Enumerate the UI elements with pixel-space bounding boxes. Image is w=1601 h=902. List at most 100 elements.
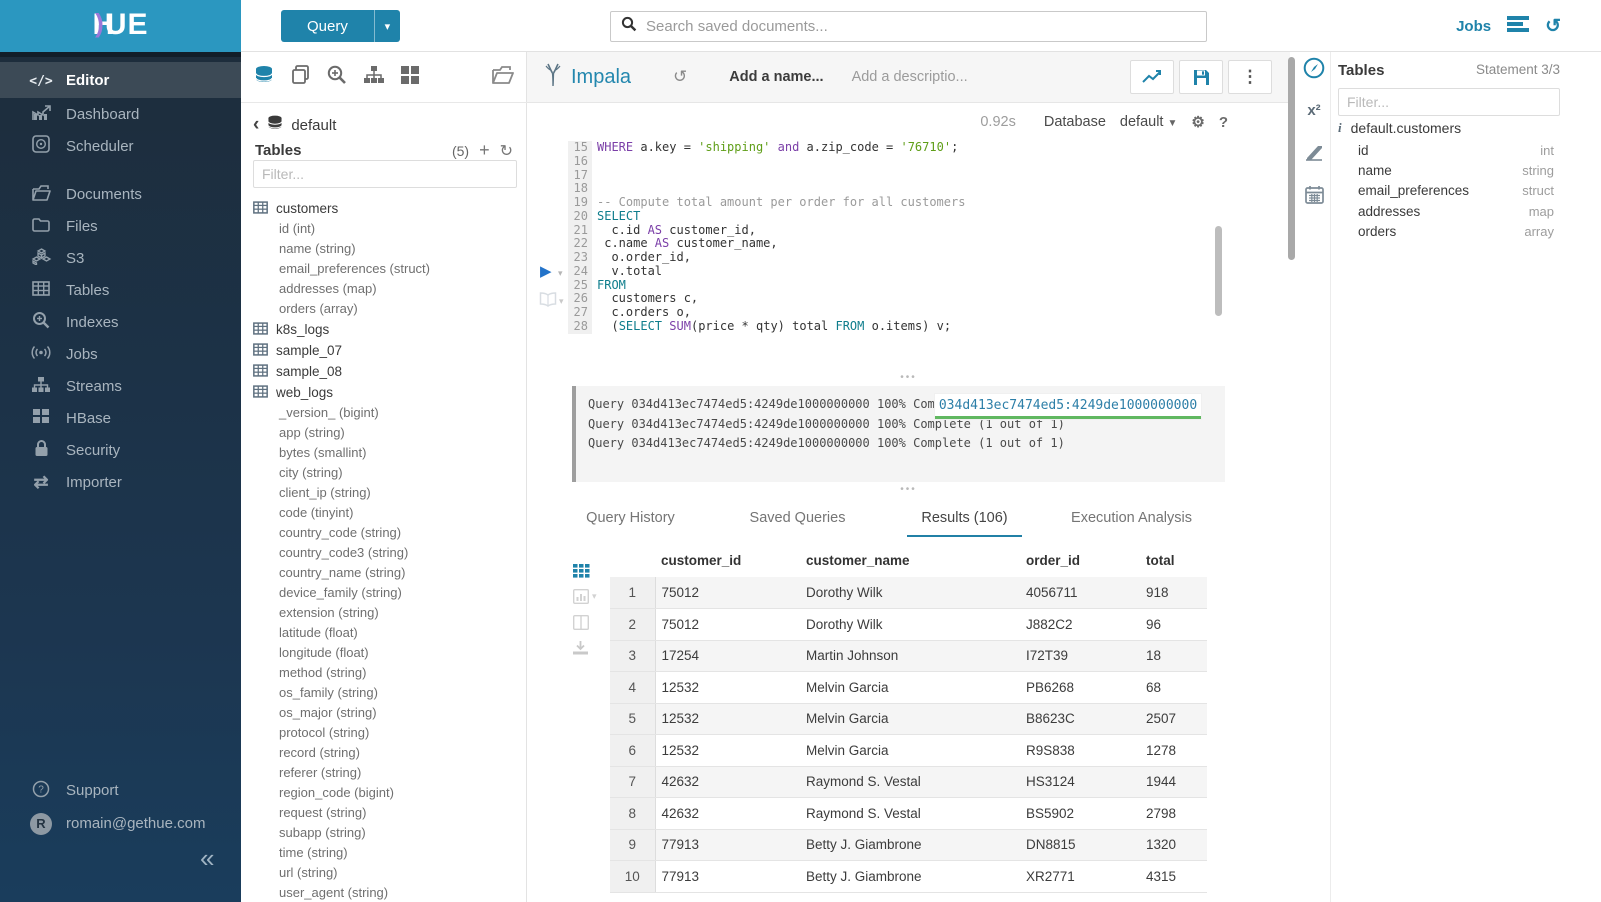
- sidebar-item-support[interactable]: ? Support: [0, 774, 241, 807]
- search-plus-icon[interactable]: [326, 64, 348, 91]
- collapse-sidebar-icon[interactable]: «: [200, 843, 214, 874]
- back-chevron-icon[interactable]: ‹: [253, 114, 259, 136]
- functions-icon[interactable]: x²: [1307, 99, 1320, 121]
- databases-icon[interactable]: [253, 64, 275, 91]
- jobs-link[interactable]: Jobs: [1456, 18, 1491, 35]
- column-row-orders[interactable]: ordersarray: [1358, 221, 1554, 241]
- chart-view-icon[interactable]: ▾: [573, 589, 597, 604]
- calendar-icon[interactable]: [1305, 183, 1324, 205]
- sitemap-icon[interactable]: [363, 65, 385, 90]
- search-input[interactable]: [646, 18, 1196, 35]
- grid-view-icon[interactable]: [573, 564, 590, 578]
- tree-column[interactable]: bytes (smallint): [253, 443, 521, 463]
- assist-filter-input[interactable]: [253, 160, 517, 188]
- sidebar-item-s3[interactable]: S3: [0, 242, 241, 274]
- query-id-link[interactable]: 034d413ec7474ed5:4249de1000000000: [935, 394, 1201, 419]
- columns-view-icon[interactable]: [573, 615, 589, 630]
- refresh-icon[interactable]: ↻: [500, 141, 513, 161]
- documents-assist-icon[interactable]: [290, 64, 311, 90]
- sidebar-item-user[interactable]: R romain@gethue.com: [0, 807, 241, 840]
- sidebar-item-scheduler[interactable]: Scheduler: [0, 130, 241, 162]
- tab-execution-analysis[interactable]: Execution Analysis: [1048, 500, 1215, 546]
- tree-column[interactable]: country_code (string): [253, 523, 521, 543]
- column-row-name[interactable]: namestring: [1358, 160, 1554, 180]
- sidebar-item-editor[interactable]: </>Editor: [0, 62, 241, 98]
- active-table-row[interactable]: i default.customers: [1338, 120, 1461, 136]
- book-options-caret[interactable]: ▾: [559, 296, 564, 307]
- database-dropdown[interactable]: default▼: [1120, 114, 1177, 130]
- query-history-icon[interactable]: ↺: [673, 67, 687, 87]
- tree-column[interactable]: latitude (float): [253, 623, 521, 643]
- tree-column[interactable]: os_family (string): [253, 683, 521, 703]
- sidebar-item-importer[interactable]: ⇄Importer: [0, 466, 241, 498]
- tree-column[interactable]: user_agent (string): [253, 883, 521, 902]
- editor-scrollbar[interactable]: [1215, 226, 1222, 316]
- run-options-caret[interactable]: ▾: [558, 268, 563, 279]
- sidebar-item-hbase[interactable]: HBase: [0, 402, 241, 434]
- sidebar-item-documents[interactable]: Documents: [0, 178, 241, 210]
- add-table-icon[interactable]: +: [479, 140, 490, 161]
- more-actions-button[interactable]: ⋮: [1228, 60, 1272, 94]
- breadcrumb-db-name[interactable]: default: [291, 117, 336, 134]
- query-button[interactable]: Query ▾: [281, 10, 400, 42]
- info-icon[interactable]: i: [1338, 120, 1342, 136]
- tree-column[interactable]: addresses (map): [253, 279, 521, 299]
- apps-grid-icon[interactable]: [400, 65, 420, 90]
- sidebar-item-tables[interactable]: Tables: [0, 274, 241, 306]
- save-button[interactable]: [1179, 60, 1223, 94]
- column-row-addresses[interactable]: addressesmap: [1358, 201, 1554, 221]
- tree-column[interactable]: country_name (string): [253, 563, 521, 583]
- tree-column[interactable]: longitude (float): [253, 643, 521, 663]
- tree-column[interactable]: record (string): [253, 743, 521, 763]
- tree-column[interactable]: email_preferences (struct): [253, 259, 521, 279]
- main-scrollbar[interactable]: [1288, 57, 1295, 260]
- tree-table-sample_07[interactable]: sample_07: [253, 340, 521, 361]
- sidebar-item-streams[interactable]: Streams: [0, 370, 241, 402]
- sidebar-item-security[interactable]: Security: [0, 434, 241, 466]
- dashboard-compass-icon[interactable]: [1303, 57, 1325, 79]
- settings-gear-icon[interactable]: ⚙: [1191, 113, 1204, 131]
- jobs-list-icon[interactable]: [1507, 15, 1529, 38]
- tree-column[interactable]: _version_ (bigint): [253, 403, 521, 423]
- tree-column[interactable]: orders (array): [253, 299, 521, 319]
- tree-column[interactable]: city (string): [253, 463, 521, 483]
- hue-logo[interactable]: H)UE: [0, 8, 241, 42]
- sql-code-editor[interactable]: 15WHERE a.key = 'shipping' and a.zip_cod…: [527, 141, 1290, 387]
- tree-column[interactable]: region_code (bigint): [253, 783, 521, 803]
- language-reference-icon[interactable]: [1304, 141, 1324, 163]
- log-resize-handle[interactable]: •••: [527, 374, 1290, 384]
- tree-column[interactable]: request (string): [253, 803, 521, 823]
- tree-column[interactable]: url (string): [253, 863, 521, 883]
- tree-column[interactable]: referer (string): [253, 763, 521, 783]
- column-header[interactable]: total: [1140, 545, 1207, 577]
- editor-help-icon[interactable]: ?: [1219, 114, 1228, 131]
- tab-results-106-[interactable]: Results (106): [881, 500, 1048, 546]
- download-icon[interactable]: [573, 641, 588, 655]
- sidebar-item-dashboard[interactable]: Dashboard: [0, 98, 241, 130]
- tree-column[interactable]: client_ip (string): [253, 483, 521, 503]
- tree-column[interactable]: os_major (string): [253, 703, 521, 723]
- tree-table-customers[interactable]: customers: [253, 198, 521, 219]
- history-icon[interactable]: ↺: [1545, 15, 1561, 38]
- query-dropdown-caret[interactable]: ▾: [374, 10, 400, 42]
- column-row-id[interactable]: idint: [1358, 140, 1554, 160]
- column-row-email_preferences[interactable]: email_preferencesstruct: [1358, 181, 1554, 201]
- column-header[interactable]: customer_id: [655, 545, 800, 577]
- chart-button[interactable]: [1130, 60, 1174, 94]
- tree-column[interactable]: code (tinyint): [253, 503, 521, 523]
- query-description-field[interactable]: Add a descriptio...: [852, 69, 968, 85]
- tree-column[interactable]: id (int): [253, 219, 521, 239]
- sidebar-item-indexes[interactable]: Indexes: [0, 306, 241, 338]
- tree-table-sample_08[interactable]: sample_08: [253, 361, 521, 382]
- tree-column[interactable]: app (string): [253, 423, 521, 443]
- run-query-button[interactable]: ▶: [540, 264, 552, 279]
- column-header[interactable]: order_id: [1020, 545, 1140, 577]
- sidebar-item-jobs[interactable]: Jobs: [0, 338, 241, 370]
- tree-table-k8s_logs[interactable]: k8s_logs: [253, 319, 521, 340]
- query-name-field[interactable]: Add a name...: [729, 69, 823, 85]
- tree-column[interactable]: extension (string): [253, 603, 521, 623]
- tab-query-history[interactable]: Query History: [547, 500, 714, 546]
- tree-column[interactable]: name (string): [253, 239, 521, 259]
- tree-column[interactable]: time (string): [253, 843, 521, 863]
- tree-column[interactable]: subapp (string): [253, 823, 521, 843]
